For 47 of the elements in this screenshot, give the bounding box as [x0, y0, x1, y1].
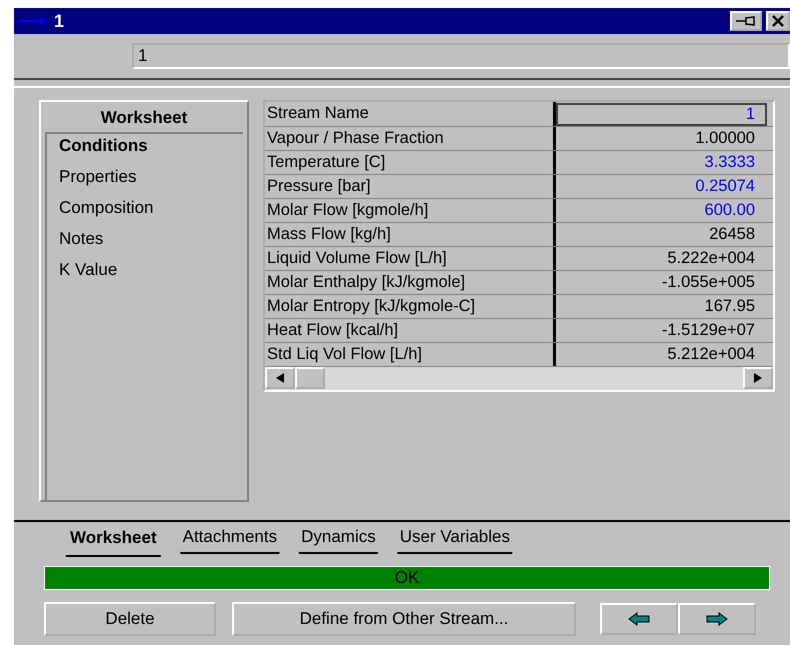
scroll-thumb[interactable] [295, 366, 325, 389]
panel-heading: Worksheet [45, 102, 243, 134]
property-name: Mass Flow [kg/h] [265, 222, 556, 246]
close-icon [772, 15, 784, 27]
property-name: Heat Flow [kcal/h] [265, 318, 556, 342]
window-title: 1 [54, 10, 64, 32]
property-value[interactable]: -1.5129e+07 [556, 318, 773, 342]
property-value[interactable]: 600.00 [556, 198, 773, 222]
property-value[interactable]: 5.212e+004 [556, 342, 773, 366]
property-name: Molar Entropy [kJ/kgmole-C] [265, 294, 556, 318]
property-name: Pressure [bar] [265, 174, 556, 198]
close-button[interactable] [766, 11, 790, 31]
nav-item[interactable]: Composition [59, 198, 231, 218]
right-arrow-icon [705, 612, 729, 626]
property-value[interactable]: 5.222e+004 [556, 246, 773, 270]
horizontal-scrollbar[interactable] [265, 366, 773, 390]
previous-button[interactable] [600, 603, 678, 635]
property-name: Liquid Volume Flow [L/h] [265, 246, 556, 270]
property-value[interactable]: 3.3333 [556, 150, 773, 174]
nav-item[interactable]: Conditions [59, 136, 231, 156]
property-name: Temperature [C] [265, 150, 556, 174]
scroll-left-button[interactable] [265, 366, 295, 389]
nav-item[interactable]: K Value [59, 260, 231, 280]
nav-item[interactable]: Properties [59, 167, 231, 187]
status-bar: OK [44, 566, 770, 590]
property-value[interactable]: -1.055e+005 [556, 270, 773, 294]
pin-icon [736, 16, 756, 26]
name-field[interactable]: 1 [132, 43, 790, 69]
left-triangle-icon [276, 372, 284, 383]
property-value[interactable]: 26458 [556, 222, 773, 246]
nav-item[interactable]: Notes [59, 229, 231, 249]
property-name: Vapour / Phase Fraction [265, 126, 556, 150]
property-value[interactable]: 1.00000 [556, 126, 773, 150]
define-button[interactable]: Define from Other Stream... [232, 602, 576, 636]
next-button[interactable] [678, 603, 756, 635]
left-arrow-icon [627, 612, 651, 626]
property-name: Molar Enthalpy [kJ/kgmole] [265, 270, 556, 294]
property-value[interactable]: 1 [556, 103, 767, 126]
arrow-icon [18, 16, 48, 26]
property-name: Stream Name [265, 102, 556, 126]
property-name: Molar Flow [kgmole/h] [265, 198, 556, 222]
pin-button[interactable] [730, 11, 762, 31]
right-triangle-icon [754, 372, 762, 383]
delete-button[interactable]: Delete [44, 602, 216, 636]
property-value[interactable]: 0.25074 [556, 174, 773, 198]
scroll-right-button[interactable] [743, 366, 773, 389]
property-value[interactable]: 167.95 [556, 294, 773, 318]
